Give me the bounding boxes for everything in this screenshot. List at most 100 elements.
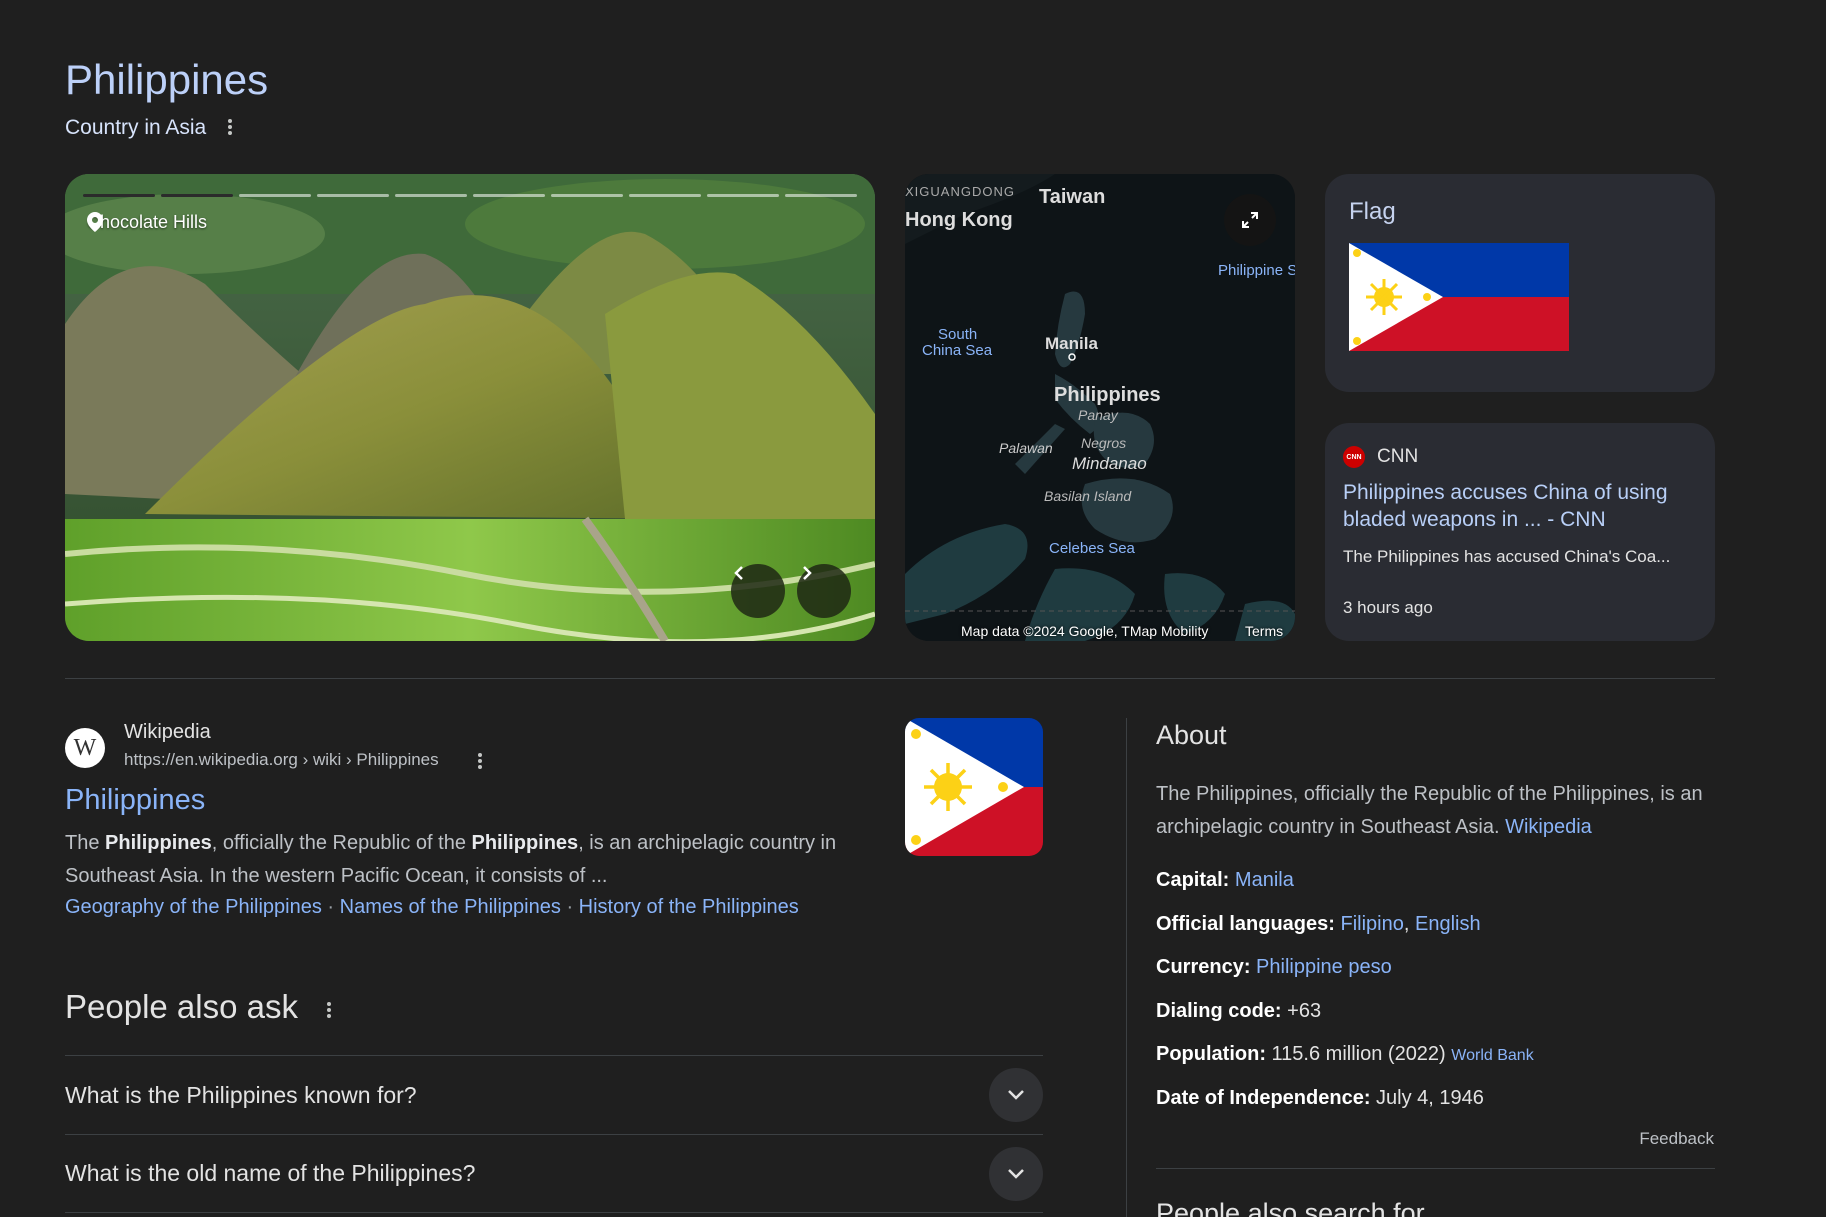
about-title: About bbox=[1156, 720, 1227, 750]
feedback-link[interactable]: Feedback bbox=[1600, 1129, 1714, 1149]
about-description: The Philippines, officially the Republic… bbox=[1156, 778, 1716, 844]
map-label-guangdong: XIGUANGDONG bbox=[905, 184, 1015, 199]
map-label-palawan: Palawan bbox=[999, 440, 1053, 456]
map-label-manila: Manila bbox=[1045, 334, 1098, 353]
expand-question-button[interactable] bbox=[989, 1146, 1043, 1201]
map-label-philippines: Philippines bbox=[1054, 384, 1161, 406]
about-source-link[interactable]: Wikipedia bbox=[1505, 816, 1592, 838]
progress-segment bbox=[551, 194, 623, 197]
fact-capital: Capital: Manila bbox=[1156, 869, 1294, 892]
map-label-negros: Negros bbox=[1081, 435, 1127, 451]
paa-question-row[interactable]: What is the Philippines known for? bbox=[65, 1055, 1043, 1134]
language-link-filipino[interactable]: Filipino bbox=[1341, 913, 1404, 935]
sitelink-geography[interactable]: Geography of the Philippines bbox=[65, 896, 322, 918]
progress-segment bbox=[785, 194, 857, 197]
progress-segment bbox=[317, 194, 389, 197]
fact-currency: Currency: Philippine peso bbox=[1156, 956, 1392, 979]
snippet-bold: Philippines bbox=[105, 832, 212, 854]
people-also-search-title: People also search for bbox=[1156, 1198, 1425, 1217]
progress-segment bbox=[629, 194, 701, 197]
sitelinks: Geography of the Philippines · Names of … bbox=[65, 896, 799, 919]
wikipedia-logo-icon: W bbox=[65, 728, 105, 768]
location-pin-icon bbox=[87, 212, 103, 232]
fact-dialing-code: Dialing code: +63 bbox=[1156, 1000, 1321, 1023]
map-attribution: Map data ©2024 Google, TMap Mobility bbox=[961, 623, 1209, 639]
fact-value: July 4, 1946 bbox=[1376, 1087, 1484, 1109]
map-label-basilan: Basilan Island bbox=[1044, 488, 1132, 504]
map-label-hong-kong: Hong Kong bbox=[905, 209, 1013, 231]
map-card[interactable]: XIGUANGDONG Taiwan Hong Kong Philippine … bbox=[905, 174, 1295, 641]
news-card[interactable]: CNN CNN Philippines accuses China of usi… bbox=[1325, 423, 1715, 641]
map-terms-link[interactable]: Terms bbox=[1245, 623, 1283, 639]
expand-map-button[interactable] bbox=[1224, 194, 1276, 246]
progress-segment bbox=[83, 194, 155, 197]
map-label-panay: Panay bbox=[1078, 407, 1118, 423]
result-site-name[interactable]: Wikipedia bbox=[124, 721, 211, 744]
fact-population: Population: 115.6 million (2022) World B… bbox=[1156, 1043, 1534, 1066]
image-gallery[interactable]: Chocolate Hills bbox=[65, 174, 875, 641]
sitelink-names[interactable]: Names of the Philippines bbox=[340, 896, 561, 918]
progress-segment bbox=[395, 194, 467, 197]
chevron-down-icon bbox=[1008, 1090, 1024, 1100]
paa-question: What is the old name of the Philippines? bbox=[65, 1160, 476, 1186]
sitelink-history[interactable]: History of the Philippines bbox=[579, 896, 799, 918]
result-url[interactable]: https://en.wikipedia.org › wiki › Philip… bbox=[124, 750, 439, 770]
fact-label: Date of Independence: bbox=[1156, 1087, 1371, 1109]
cnn-logo-icon: CNN bbox=[1343, 446, 1365, 468]
slide-progress bbox=[83, 194, 857, 197]
result-options-icon[interactable] bbox=[478, 753, 482, 769]
philippines-flag-image bbox=[1349, 243, 1569, 351]
map-label-south-china-sea-1: South bbox=[938, 326, 978, 343]
chevron-right-icon bbox=[803, 566, 812, 580]
expand-question-button[interactable] bbox=[989, 1068, 1043, 1122]
language-link-english[interactable]: English bbox=[1415, 913, 1481, 935]
expand-icon bbox=[1242, 212, 1258, 228]
snippet-text: The bbox=[65, 832, 106, 854]
next-image-button[interactable] bbox=[797, 564, 851, 618]
photo-location: Chocolate Hills bbox=[87, 212, 207, 233]
progress-segment bbox=[161, 194, 233, 197]
paa-title: People also ask bbox=[65, 988, 298, 1025]
fact-independence: Date of Independence: July 4, 1946 bbox=[1156, 1087, 1484, 1110]
fact-value: 115.6 million (2022) bbox=[1271, 1043, 1446, 1065]
result-flag-thumbnail[interactable] bbox=[905, 718, 1043, 856]
column-divider bbox=[1126, 718, 1127, 1217]
about-divider bbox=[1156, 1168, 1715, 1169]
map-label-taiwan: Taiwan bbox=[1039, 186, 1106, 208]
result-snippet: The Philippines, officially the Republic… bbox=[65, 827, 895, 893]
result-title-link[interactable]: Philippines bbox=[65, 784, 205, 817]
paa-question-row[interactable]: What is the old name of the Philippines? bbox=[65, 1134, 1043, 1213]
sitelink-separator: · bbox=[566, 896, 574, 918]
snippet-text: , officially the Republic of the bbox=[211, 832, 472, 854]
about-text: The Philippines, officially the Republic… bbox=[1156, 783, 1703, 838]
chevron-left-icon bbox=[734, 566, 743, 580]
fact-value: +63 bbox=[1287, 1000, 1322, 1022]
progress-segment bbox=[239, 194, 311, 197]
map-label-mindanao: Mindanao bbox=[1072, 454, 1147, 473]
location-label: Chocolate Hills bbox=[87, 212, 208, 232]
entity-subtitle: Country in Asia bbox=[65, 116, 207, 139]
progress-segment bbox=[707, 194, 779, 197]
sitelink-separator: · bbox=[327, 896, 335, 918]
flag-card-title: Flag bbox=[1349, 198, 1396, 225]
map-label-philippine-sea: Philippine S bbox=[1218, 262, 1295, 279]
chevron-down-icon bbox=[1008, 1168, 1024, 1179]
snippet-bold: Philippines bbox=[471, 832, 579, 854]
fact-languages: Official languages: Filipino, English bbox=[1156, 913, 1481, 936]
fact-label: Currency: bbox=[1156, 956, 1251, 978]
map-label-south-china-sea-2: China Sea bbox=[922, 342, 993, 359]
news-headline[interactable]: Philippines accuses China of using blade… bbox=[1343, 479, 1698, 533]
capital-link[interactable]: Manila bbox=[1235, 869, 1294, 891]
more-options-icon[interactable] bbox=[228, 119, 232, 135]
fact-label: Official languages: bbox=[1156, 913, 1335, 935]
progress-segment bbox=[473, 194, 545, 197]
flag-card[interactable]: Flag bbox=[1325, 174, 1715, 392]
map-label-celebes-sea: Celebes Sea bbox=[1049, 540, 1135, 557]
section-divider bbox=[65, 678, 1715, 679]
population-source-link[interactable]: World Bank bbox=[1451, 1047, 1533, 1064]
news-source: CNN bbox=[1377, 446, 1419, 467]
currency-link[interactable]: Philippine peso bbox=[1256, 956, 1392, 978]
paa-options-icon[interactable] bbox=[327, 1002, 331, 1018]
previous-image-button[interactable] bbox=[731, 564, 785, 618]
entity-title: Philippines bbox=[65, 56, 269, 103]
